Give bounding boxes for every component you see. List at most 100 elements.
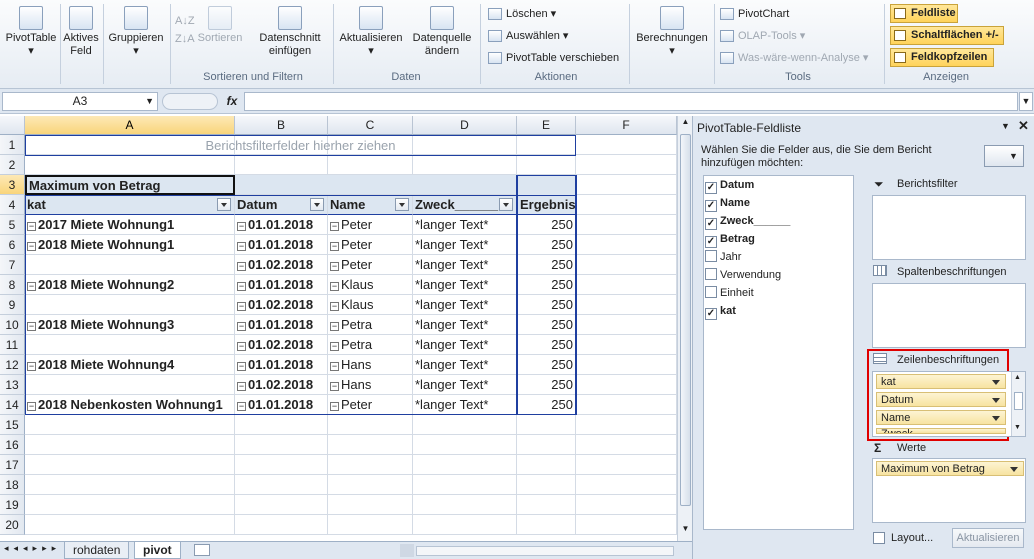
- grid-cell[interactable]: [25, 415, 235, 435]
- collapse-icon[interactable]: −: [237, 262, 246, 271]
- spalten-dropzone[interactable]: [872, 283, 1026, 348]
- row-header[interactable]: 15: [0, 415, 25, 435]
- collapse-icon[interactable]: −: [330, 362, 339, 371]
- row-item[interactable]: kat: [876, 374, 1006, 389]
- pivot-cell-zweck[interactable]: *langer Text*: [413, 275, 517, 295]
- field-item[interactable]: ✓ Zweck______: [705, 212, 790, 230]
- chevron-down-icon[interactable]: [992, 380, 1000, 385]
- row-item[interactable]: Zweck: [876, 428, 1006, 434]
- field-item[interactable]: Jahr: [705, 248, 741, 266]
- grid-cell[interactable]: [576, 275, 677, 295]
- value-header[interactable]: Maximum von Betrag: [25, 175, 235, 195]
- pivotchart-button[interactable]: PivotChart: [718, 5, 789, 23]
- grid-cell[interactable]: [413, 435, 517, 455]
- grid-cell[interactable]: [413, 455, 517, 475]
- close-icon[interactable]: ✕: [1018, 118, 1029, 134]
- grid-cell[interactable]: [235, 515, 328, 535]
- collapse-icon[interactable]: −: [237, 302, 246, 311]
- value-item-maximum[interactable]: Maximum von Betrag: [876, 461, 1024, 476]
- column-header-b[interactable]: B: [235, 116, 328, 135]
- grid-cell[interactable]: [576, 155, 677, 175]
- scroll-thumb[interactable]: [1014, 392, 1023, 410]
- grid-cell[interactable]: [25, 455, 235, 475]
- schaltflaechen-toggle[interactable]: Schaltflächen +/-: [890, 26, 1004, 45]
- row-header[interactable]: 9: [0, 295, 25, 315]
- row-header[interactable]: 8: [0, 275, 25, 295]
- filter-dropdown-icon[interactable]: [499, 198, 513, 211]
- grid-cell[interactable]: [576, 475, 677, 495]
- grid-cell[interactable]: [576, 215, 677, 235]
- grid-cell[interactable]: [576, 515, 677, 535]
- aktives-feld-button[interactable]: Aktives Feld: [61, 6, 101, 58]
- row-header[interactable]: 18: [0, 475, 25, 495]
- checkbox[interactable]: ✓: [705, 200, 717, 212]
- select-all[interactable]: [0, 116, 25, 135]
- waswaere-button[interactable]: Was-wäre-wenn-Analyse ▾: [718, 49, 868, 67]
- pivot-cell-name[interactable]: − Peter: [328, 255, 413, 275]
- pivot-cell-name[interactable]: − Peter: [328, 395, 413, 415]
- collapse-icon[interactable]: −: [330, 402, 339, 411]
- grid-cell[interactable]: [328, 415, 413, 435]
- grid-cell[interactable]: [328, 515, 413, 535]
- row-header[interactable]: 4: [0, 195, 25, 215]
- pivottable-button[interactable]: PivotTable ▾: [4, 6, 58, 58]
- pivot-cell-datum[interactable]: −01.01.2018: [235, 235, 328, 255]
- scroll-down-icon[interactable]: ▼: [679, 524, 692, 537]
- column-header-d[interactable]: D: [413, 116, 517, 135]
- name-box[interactable]: A3 ▼: [2, 92, 158, 111]
- grid-cell[interactable]: [235, 155, 328, 175]
- filter-dropzone[interactable]: Berichtsfilterfelder hierher ziehen: [25, 135, 576, 156]
- grid-cell[interactable]: [235, 475, 328, 495]
- grid-cell[interactable]: [25, 435, 235, 455]
- grid-cell[interactable]: [517, 455, 576, 475]
- pivot-cell-datum[interactable]: −01.02.2018: [235, 295, 328, 315]
- formula-input[interactable]: [244, 92, 1018, 111]
- pivot-cell-kat[interactable]: [25, 255, 235, 275]
- grid-cell[interactable]: [328, 455, 413, 475]
- pivot-cell-datum[interactable]: −01.02.2018: [235, 335, 328, 355]
- grid-cell[interactable]: [235, 455, 328, 475]
- grid-cell[interactable]: [235, 435, 328, 455]
- fx-button[interactable]: fx: [222, 93, 242, 110]
- pivot-cell-kat[interactable]: −2018 Miete Wohnung1: [25, 235, 235, 255]
- pivot-cell-datum[interactable]: −01.01.2018: [235, 395, 328, 415]
- grid-cell[interactable]: [328, 155, 413, 175]
- pivot-cell-ergebnis[interactable]: 250: [517, 395, 576, 415]
- collapse-icon[interactable]: −: [27, 402, 36, 411]
- checkbox[interactable]: [705, 250, 717, 262]
- pivot-cell-name[interactable]: − Peter: [328, 235, 413, 255]
- filter-dropdown-icon[interactable]: [217, 198, 231, 211]
- grid-cell[interactable]: [413, 515, 517, 535]
- checkbox[interactable]: ✓: [705, 182, 717, 194]
- collapse-icon[interactable]: −: [237, 242, 246, 251]
- pivot-cell-ergebnis[interactable]: 250: [517, 255, 576, 275]
- pivot-cell-name[interactable]: − Petra: [328, 315, 413, 335]
- pivot-cell-zweck[interactable]: *langer Text*: [413, 395, 517, 415]
- grid-cell[interactable]: [517, 435, 576, 455]
- header-zweck[interactable]: Zweck______: [413, 195, 517, 215]
- loeschen-button[interactable]: Löschen ▾: [486, 5, 556, 23]
- scroll-up-icon[interactable]: ▲: [679, 117, 692, 130]
- pivot-cell-kat[interactable]: [25, 295, 235, 315]
- grid-cell[interactable]: [576, 415, 677, 435]
- pivot-cell-ergebnis[interactable]: 250: [517, 295, 576, 315]
- grid-cell[interactable]: [576, 435, 677, 455]
- row-header[interactable]: 11: [0, 335, 25, 355]
- berichtsfilter-dropzone[interactable]: [872, 195, 1026, 260]
- row-header[interactable]: 17: [0, 455, 25, 475]
- pivot-cell-kat[interactable]: −2018 Miete Wohnung3: [25, 315, 235, 335]
- pivot-cell-datum[interactable]: −01.02.2018: [235, 375, 328, 395]
- pivot-cell-zweck[interactable]: *langer Text*: [413, 255, 517, 275]
- grid-cell[interactable]: [25, 515, 235, 535]
- pivot-cell-zweck[interactable]: *langer Text*: [413, 375, 517, 395]
- column-header-e[interactable]: E: [517, 116, 576, 135]
- pivot-cell-datum[interactable]: −01.01.2018: [235, 275, 328, 295]
- pivot-cell-name[interactable]: − Hans: [328, 355, 413, 375]
- grid-cell[interactable]: [576, 495, 677, 515]
- row-item[interactable]: Name: [876, 410, 1006, 425]
- field-item[interactable]: Verwendung: [705, 266, 781, 284]
- pivot-cell-datum[interactable]: −01.02.2018: [235, 255, 328, 275]
- sort-az-icon[interactable]: A↓Z Z↓A: [175, 12, 195, 48]
- pivot-cell-name[interactable]: − Petra: [328, 335, 413, 355]
- pivot-cell-name[interactable]: − Hans: [328, 375, 413, 395]
